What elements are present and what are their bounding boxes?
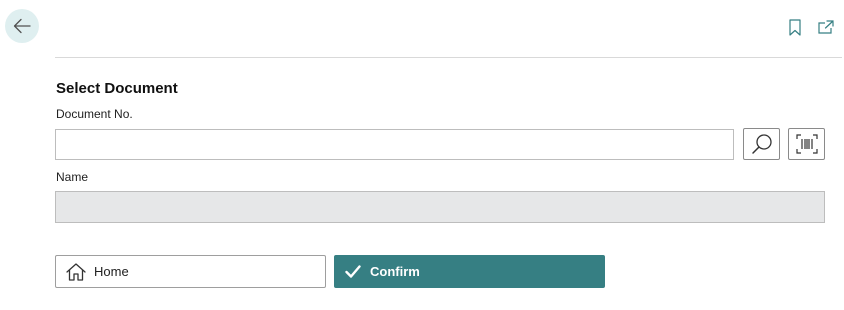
confirm-button-label: Confirm xyxy=(370,264,420,279)
lookup-button[interactable] xyxy=(743,128,780,160)
header-divider xyxy=(55,57,842,58)
header-actions xyxy=(786,17,835,37)
name-label: Name xyxy=(56,170,89,184)
home-button[interactable]: Home xyxy=(55,255,326,288)
search-icon xyxy=(751,134,772,154)
document-no-label: Document No. xyxy=(56,107,133,121)
bookmark-icon xyxy=(789,18,801,36)
bookmark-button[interactable] xyxy=(786,17,804,37)
checkmark-icon xyxy=(345,265,361,278)
home-icon xyxy=(66,262,86,281)
name-field xyxy=(55,191,825,223)
document-no-input[interactable] xyxy=(55,129,734,160)
confirm-button[interactable]: Confirm xyxy=(334,255,605,288)
scan-barcode-button[interactable] xyxy=(788,128,825,160)
back-button[interactable] xyxy=(5,9,39,43)
barcode-scan-icon xyxy=(795,134,818,154)
home-button-label: Home xyxy=(94,264,129,279)
arrow-left-icon xyxy=(13,18,31,34)
open-in-new-window-icon xyxy=(818,20,834,34)
page-title: Select Document xyxy=(56,80,178,97)
open-in-new-window-button[interactable] xyxy=(817,17,835,37)
